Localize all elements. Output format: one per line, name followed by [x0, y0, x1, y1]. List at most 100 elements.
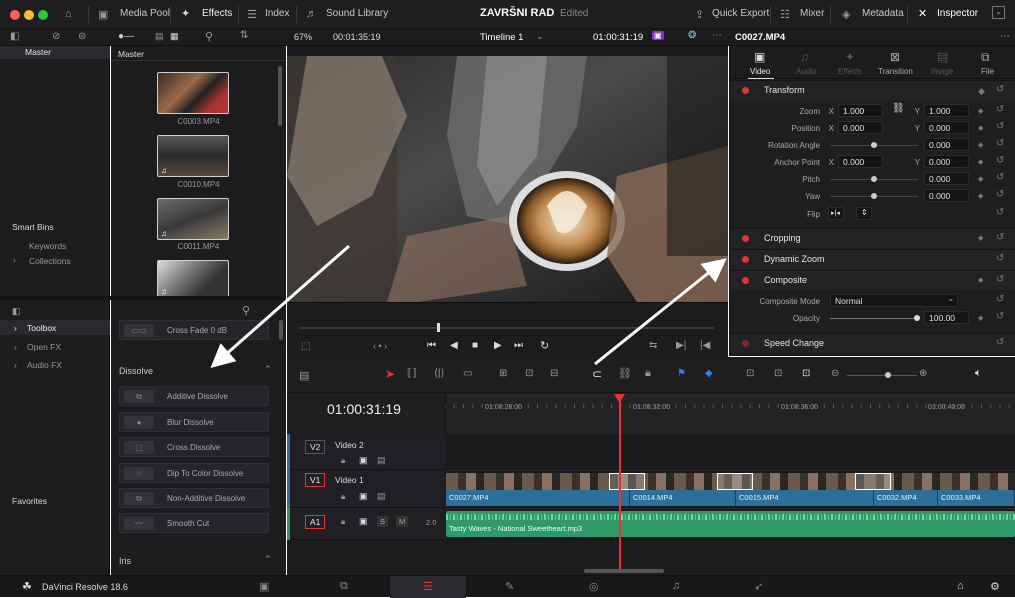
keyframe-diamond-icon[interactable]: ◆: [978, 158, 983, 166]
mark-out-icon[interactable]: |◀: [700, 340, 710, 351]
opacity-slider[interactable]: [914, 315, 920, 321]
auto-select-icon[interactable]: ▣: [359, 455, 368, 466]
composite-section[interactable]: Composite ◆ ↺: [730, 270, 1015, 290]
loop-icon[interactable]: ↻: [540, 339, 549, 352]
quick-export-button[interactable]: Quick Export: [712, 8, 769, 19]
track-tag[interactable]: V1: [305, 473, 326, 487]
yaw-field[interactable]: 0.000: [924, 189, 969, 202]
quick-export-icon[interactable]: ⇪: [695, 8, 704, 21]
video-clip[interactable]: C0015.MP4: [736, 490, 874, 506]
transition-item[interactable]: ⧉ Non-Additive Dissolve: [119, 488, 269, 508]
chevron-right-icon[interactable]: ›: [14, 323, 17, 333]
solo-button[interactable]: S: [377, 516, 389, 527]
rotation-slider[interactable]: [871, 142, 877, 148]
index-icon[interactable]: ☰: [247, 8, 257, 21]
file-tab-icon[interactable]: ⧉: [981, 50, 990, 65]
search-icon[interactable]: ⚲: [205, 30, 213, 43]
opacity-field[interactable]: 100.00: [924, 311, 969, 324]
more-options-icon[interactable]: ⋯: [712, 30, 722, 41]
match-frame-icon[interactable]: ⇆: [649, 340, 657, 351]
track-header-a1[interactable]: A1 🔒︎ ▣ S M 2.0: [287, 508, 445, 540]
smart-bin-collections[interactable]: Collections: [29, 256, 71, 266]
reset-icon[interactable]: ↺: [996, 311, 1004, 322]
category-toolbox[interactable]: Toolbox: [27, 323, 56, 333]
transition-item[interactable]: ● Blur Dissolve: [119, 412, 269, 432]
list-view-icon[interactable]: ▤: [155, 31, 164, 42]
zoom-custom-icon[interactable]: ⊡: [802, 368, 810, 379]
media-page-icon[interactable]: ▣: [259, 580, 269, 593]
keyframe-diamond-icon[interactable]: ◆: [978, 192, 983, 200]
track-name[interactable]: Video 1: [335, 475, 364, 485]
smart-bin-keywords[interactable]: Keywords: [29, 241, 66, 251]
lock-icon[interactable]: 🔒︎: [341, 456, 345, 466]
enable-dot-icon[interactable]: [742, 87, 749, 94]
track-name[interactable]: Video 2: [335, 440, 364, 450]
track-header-v1[interactable]: V1 Video 1 🔒︎ ▣ ▤: [287, 470, 445, 508]
sound-library-button[interactable]: Sound Library: [326, 8, 388, 19]
transition-on-clip[interactable]: [717, 473, 753, 490]
anchor-y-field[interactable]: 0.000: [924, 155, 969, 168]
transition-tab-icon[interactable]: ⊠: [890, 50, 900, 64]
zoom-full-icon[interactable]: ⊡: [746, 368, 754, 379]
inspector-button[interactable]: Inspector: [937, 8, 978, 19]
zoom-in-icon[interactable]: ⊕: [919, 368, 927, 379]
link-icon[interactable]: ⛓: [618, 367, 632, 380]
overwrite-clip-icon[interactable]: ⊡: [525, 368, 533, 379]
scrollbar[interactable]: [278, 66, 282, 126]
index-button[interactable]: Index: [265, 8, 289, 19]
speed-change-section[interactable]: Speed Change ↺: [730, 333, 1015, 353]
auto-select-icon[interactable]: ▣: [359, 491, 368, 502]
video-clip[interactable]: C0033.MP4: [938, 490, 1015, 506]
dynamic-trim-icon[interactable]: ⟨|⟩: [434, 368, 444, 379]
marker-icon[interactable]: ◆: [705, 368, 713, 379]
blade-tool-icon[interactable]: ▭: [463, 368, 472, 379]
stop-icon[interactable]: ■: [472, 340, 478, 351]
reset-icon[interactable]: ↺: [996, 294, 1004, 305]
color-icon[interactable]: ❂: [688, 30, 696, 41]
reset-icon[interactable]: ↺: [996, 253, 1004, 264]
scrubber-handle[interactable]: [437, 323, 440, 332]
keyframe-diamond-icon[interactable]: ◆: [978, 276, 983, 284]
slider-icon[interactable]: ●—: [118, 31, 134, 42]
trim-tool-icon[interactable]: ⟦⟧: [407, 368, 417, 379]
position-y-field[interactable]: 0.000: [924, 121, 969, 134]
yaw-slider[interactable]: [871, 193, 877, 199]
reset-icon[interactable]: ↺: [996, 121, 1004, 132]
deliver-page-icon[interactable]: ➶: [754, 580, 763, 593]
enable-dot-icon[interactable]: [742, 340, 749, 347]
rotation-field[interactable]: 0.000: [924, 138, 969, 151]
tab-video[interactable]: Video: [750, 67, 770, 76]
reset-icon[interactable]: ↺: [996, 155, 1004, 166]
tab-transition[interactable]: Transition: [878, 67, 913, 76]
clip-thumbnail[interactable]: ♫: [157, 135, 229, 177]
tab-file[interactable]: File: [981, 67, 994, 76]
zoom-y-field[interactable]: 1.000: [924, 104, 969, 117]
lock-icon[interactable]: 🔒︎: [645, 367, 651, 380]
anchor-x-field[interactable]: 0.000: [838, 155, 883, 168]
snapping-icon[interactable]: ⊂: [592, 367, 602, 381]
speaker-icon[interactable]: 🔈︎: [975, 367, 982, 380]
transition-item[interactable]: ⬚ Cross Dissolve: [119, 437, 269, 457]
chevron-up-icon[interactable]: ⌃: [264, 364, 272, 375]
flag-icon[interactable]: ⚑: [677, 368, 686, 379]
color-page-icon[interactable]: ◎: [589, 580, 599, 593]
bin-master-row[interactable]: [0, 46, 110, 59]
zoom-slider[interactable]: [885, 372, 891, 378]
track-tag[interactable]: A1: [305, 515, 326, 529]
reset-icon[interactable]: ↺: [996, 207, 1004, 218]
zoom-x-field[interactable]: 1.000: [838, 104, 883, 117]
metadata-icon[interactable]: ◈: [842, 8, 850, 21]
home-icon[interactable]: ⌂: [957, 580, 964, 592]
flip-vertical-icon[interactable]: ⇕: [856, 207, 872, 220]
transform-section[interactable]: Transform ◆ ↺: [730, 80, 1015, 100]
timeline-selector[interactable]: Timeline 1: [480, 32, 523, 43]
pitch-slider[interactable]: [871, 176, 877, 182]
scrollbar[interactable]: [279, 320, 283, 340]
keyframe-diamond-icon[interactable]: ◆: [978, 141, 983, 149]
enable-dot-icon[interactable]: [742, 235, 749, 242]
video-viewer[interactable]: [287, 56, 728, 302]
gear-icon[interactable]: ⚙: [990, 580, 1000, 593]
track-tag[interactable]: V2: [305, 440, 326, 454]
expand-icon[interactable]: ⌄: [992, 6, 1005, 19]
keyframe-diamond-icon[interactable]: ◆: [978, 124, 983, 132]
